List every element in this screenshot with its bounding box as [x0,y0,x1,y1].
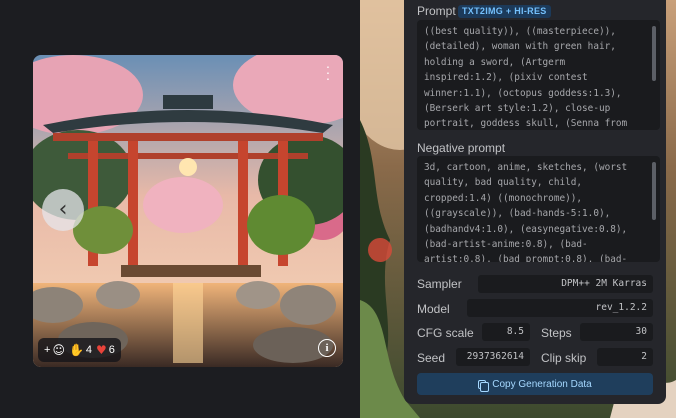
seed-value: 2937362614 [456,348,530,366]
card-menu-icon[interactable]: · · · [323,59,333,85]
copy-generation-data-button[interactable]: Copy Generation Data [417,373,653,395]
like-reaction[interactable]: ✋ 4 [69,343,92,357]
steps-label: Steps [541,326,572,340]
seed-label: Seed [417,351,446,365]
sampler-label: Sampler [417,277,462,291]
generation-details-panel: Prompt TXT2IMG + HI-RES ((best quality))… [404,0,666,404]
cfg-scale-label: CFG scale [417,326,474,340]
copy-icon [478,379,490,392]
negative-prompt-label: Negative prompt [417,141,506,155]
previous-image-button[interactable]: ‹ [42,189,84,231]
reactions-bar: + ☺ ✋ 4 ♥ 6 [38,338,121,362]
model-value[interactable]: rev_1.2.2 [467,299,653,317]
negative-prompt-scrollbar[interactable] [652,162,656,220]
clip-skip-value: 2 [597,348,653,366]
steps-value: 30 [580,323,653,341]
prompt-type-badge: TXT2IMG + HI-RES [458,5,551,18]
model-label: Model [417,302,450,316]
smiley-icon: ☺ [52,343,65,357]
prompt-text: ((best quality)), ((masterpiece)), (deta… [424,26,628,130]
heart-count: 6 [108,344,115,356]
prompt-label: Prompt [417,4,456,18]
clip-skip-label: Clip skip [541,351,587,365]
app-root: · · · ‹ + ☺ ✋ 4 ♥ 6 i Prompt TXT2IMG + HI-… [0,0,676,418]
copy-button-label: Copy Generation Data [492,378,592,390]
sampler-value: DPM++ 2M Karras [478,275,653,293]
info-circle-icon[interactable]: i [318,339,336,357]
heart-icon: ♥ [96,343,107,357]
negative-prompt-text: 3d, cartoon, anime, sketches, (worst qua… [424,162,628,262]
like-count: 4 [85,344,93,356]
thumbs-up-icon: ✋ [68,343,84,357]
negative-prompt-textbox[interactable]: 3d, cartoon, anime, sketches, (worst qua… [417,156,660,262]
prompt-scrollbar[interactable] [652,26,656,81]
heart-reaction[interactable]: ♥ 6 [96,343,115,357]
chevron-left-icon: ‹ [58,197,68,222]
prompt-textbox[interactable]: ((best quality)), ((masterpiece)), (deta… [417,20,660,130]
add-reaction-button[interactable]: + ☺ [44,343,65,357]
cfg-scale-value: 8.5 [482,323,530,341]
